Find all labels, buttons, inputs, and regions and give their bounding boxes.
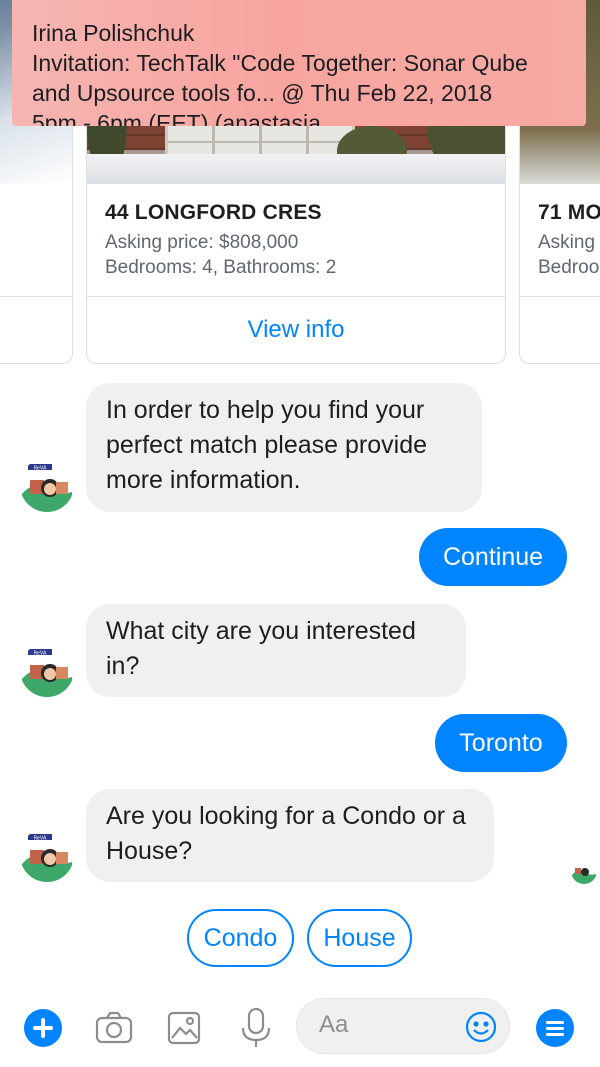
reva-avatar-icon: ReVA bbox=[20, 828, 74, 882]
reva-avatar-icon: ReVA bbox=[20, 458, 74, 512]
composer-bar: Aa bbox=[0, 990, 600, 1067]
notification-sender: Irina Polishchuk bbox=[32, 20, 195, 46]
emoji-icon[interactable] bbox=[465, 1011, 497, 1043]
user-message: Continue bbox=[419, 528, 567, 586]
plus-icon[interactable] bbox=[24, 1009, 62, 1047]
bot-message: What city are you interested in? bbox=[86, 604, 466, 697]
quick-reply-house[interactable]: House bbox=[307, 909, 412, 967]
menu-icon[interactable] bbox=[536, 1009, 574, 1047]
message-input[interactable]: Aa bbox=[296, 998, 510, 1054]
view-info-button[interactable] bbox=[520, 296, 600, 363]
svg-text:ReVA: ReVA bbox=[34, 466, 47, 472]
notification-line-3: 5pm - 6pm (EET) (anastasia... bbox=[32, 110, 341, 126]
property-card-body: 71 MO Asking Bedroo bbox=[520, 184, 600, 297]
notification-line-1: Invitation: TechTalk "Code Together: Son… bbox=[32, 50, 528, 76]
notification-line-2: and Upsource tools fo... @ Thu Feb 22, 2… bbox=[32, 80, 493, 106]
bot-avatar: ReVA bbox=[20, 458, 74, 512]
user-message: Toronto bbox=[435, 714, 567, 772]
message-input-placeholder: Aa bbox=[319, 1011, 349, 1038]
reva-avatar-icon: ReVA bbox=[20, 643, 74, 697]
property-card-body bbox=[0, 184, 72, 297]
bedrooms-bathrooms: Bedrooms: 4, Bathrooms: 2 bbox=[105, 257, 337, 278]
bot-avatar: ReVA bbox=[20, 828, 74, 882]
property-card-body: 44 LONGFORD CRES Asking price: $808,000 … bbox=[87, 184, 505, 297]
property-address: 44 LONGFORD CRES bbox=[105, 201, 322, 224]
bot-avatar: ReVA bbox=[20, 643, 74, 697]
microphone-icon[interactable] bbox=[236, 1006, 276, 1050]
notification-banner[interactable]: Irina Polishchuk Invitation: TechTalk "C… bbox=[12, 0, 586, 126]
property-address: 71 MO bbox=[538, 201, 600, 224]
bedrooms-bathrooms: Bedroo bbox=[538, 257, 600, 278]
bot-message: In order to help you find your perfect m… bbox=[86, 383, 482, 512]
bot-message: Are you looking for a Condo or a House? bbox=[86, 789, 494, 882]
view-info-button[interactable]: View info bbox=[87, 296, 505, 363]
asking-price: Asking bbox=[538, 232, 596, 253]
view-info-button[interactable] bbox=[0, 296, 72, 363]
seen-avatar-icon bbox=[571, 858, 597, 884]
image-icon[interactable] bbox=[164, 1008, 204, 1048]
camera-icon[interactable] bbox=[94, 1008, 134, 1048]
svg-text:ReVA: ReVA bbox=[34, 836, 47, 842]
quick-reply-condo[interactable]: Condo bbox=[187, 909, 294, 967]
svg-text:ReVA: ReVA bbox=[34, 651, 47, 657]
asking-price: Asking price: $808,000 bbox=[105, 232, 299, 253]
